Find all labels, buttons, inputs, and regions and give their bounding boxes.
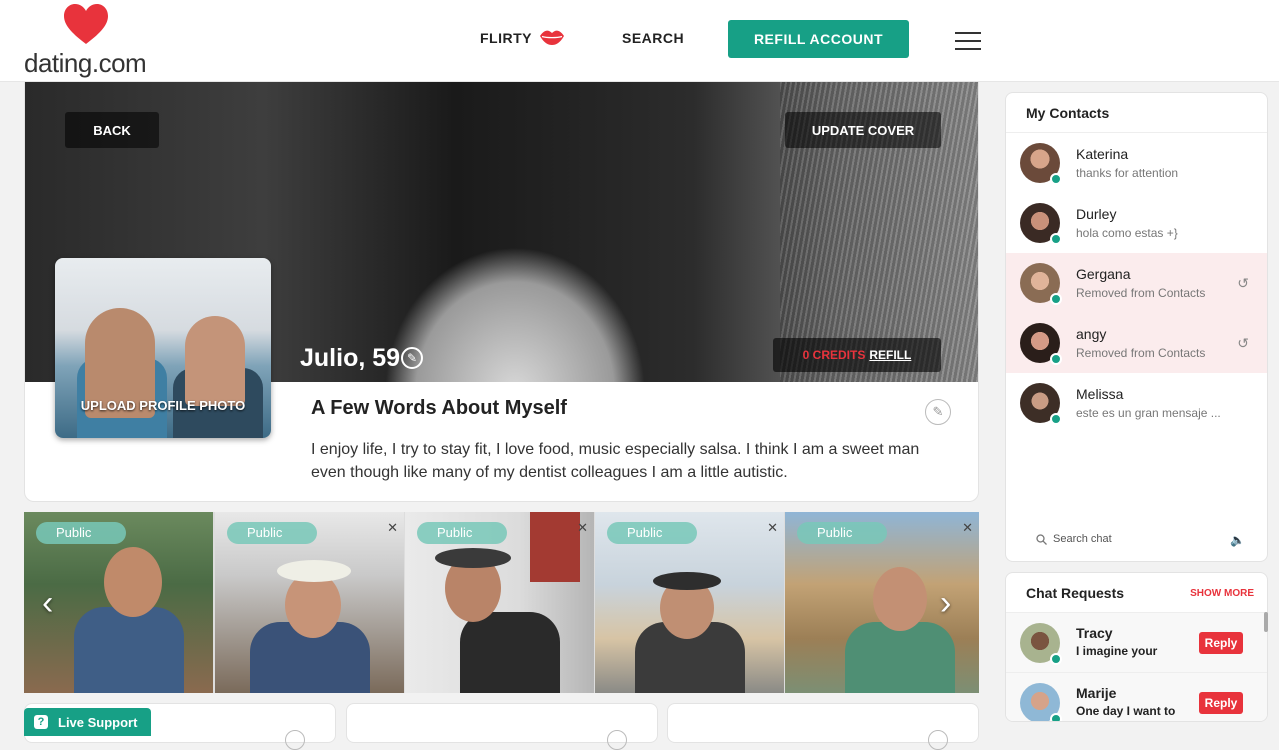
contacts-title: My Contacts: [1006, 93, 1267, 133]
restore-contact-icon[interactable]: ↺: [1237, 335, 1249, 352]
show-more-link[interactable]: SHOW MORE: [1190, 588, 1254, 599]
online-status-dot: [1050, 293, 1062, 305]
contact-name: Melissa: [1076, 386, 1124, 402]
my-contacts-panel: My Contacts Katerina thanks for attentio…: [1005, 92, 1268, 562]
photo-visibility-badge: Public: [797, 522, 887, 544]
contact-last-message: hola como estas +}: [1076, 226, 1178, 240]
contact-item[interactable]: Melissa este es un gran mensaje ...: [1006, 373, 1267, 433]
upload-profile-photo-label[interactable]: UPLOAD PROFILE PHOTO: [55, 398, 271, 413]
contact-last-message: Removed from Contacts: [1076, 286, 1206, 300]
chat-requests-panel: Chat Requests SHOW MORE Tracy I imagine …: [1005, 572, 1268, 722]
logo-wordmark: dating.com: [24, 48, 147, 78]
chat-requests-scrollbar[interactable]: [1264, 612, 1268, 632]
sound-toggle-icon[interactable]: 🔈: [1230, 533, 1245, 547]
online-status-dot: [1050, 653, 1062, 665]
request-message: One day I want to: [1076, 704, 1176, 718]
live-support-button[interactable]: ? Live Support: [24, 708, 151, 736]
gallery-next-arrow-icon[interactable]: ›: [940, 586, 960, 620]
contact-name: Durley: [1076, 206, 1117, 222]
credits-refill-link[interactable]: REFILL: [869, 348, 911, 362]
profile-name-age: Julio, 59: [300, 344, 401, 372]
edit-name-pencil-icon[interactable]: ✎: [401, 347, 423, 369]
gallery-photo[interactable]: Public ✕: [595, 512, 784, 693]
contact-name: angy: [1076, 326, 1107, 342]
restore-contact-icon[interactable]: ↺: [1237, 275, 1249, 292]
photo-visibility-badge: Public: [417, 522, 507, 544]
remove-photo-close-icon[interactable]: ✕: [962, 520, 973, 536]
top-bar: dating.com FLIRTY SEARCH REFILL ACCOUNT: [0, 0, 1279, 82]
contact-last-message: Removed from Contacts: [1076, 346, 1206, 360]
chat-requests-title: Chat Requests: [1026, 585, 1125, 601]
reply-button[interactable]: Reply: [1199, 632, 1243, 654]
profile-card: BACK UPDATE COVER Julio, 59 ✎ 0 CREDITS …: [24, 82, 979, 502]
photo-visibility-badge: Public: [607, 522, 697, 544]
contact-item[interactable]: Gergana Removed from Contacts ↺: [1006, 253, 1267, 313]
contact-name: Katerina: [1076, 146, 1129, 162]
request-name: Tracy: [1076, 625, 1113, 641]
reply-button[interactable]: Reply: [1199, 692, 1243, 714]
gallery-photo[interactable]: Public ✕: [405, 512, 594, 693]
profile-photo[interactable]: UPLOAD PROFILE PHOTO: [55, 258, 271, 438]
search-chat-input[interactable]: Search chat: [1036, 533, 1112, 545]
online-status-dot: [1050, 173, 1062, 185]
gallery-photo[interactable]: Public ✕: [215, 512, 404, 693]
edit-about-pencil-icon[interactable]: ✎: [925, 399, 951, 425]
search-icon: [1036, 533, 1047, 545]
credits-count: 0 CREDITS: [802, 348, 866, 362]
about-title: A Few Words About Myself: [311, 397, 567, 419]
question-icon: ?: [34, 715, 48, 729]
contact-item[interactable]: Katerina thanks for attention: [1006, 133, 1267, 193]
request-name: Marije: [1076, 685, 1117, 701]
edit-pencil-icon[interactable]: [285, 730, 305, 750]
gallery-prev-arrow-icon[interactable]: ‹: [42, 586, 62, 620]
back-button[interactable]: BACK: [65, 112, 159, 148]
heart-logo-icon: [64, 4, 108, 44]
online-status-dot: [1050, 233, 1062, 245]
online-status-dot: [1050, 713, 1062, 721]
photo-gallery: Public Public ✕ Public ✕ Public ✕ Public…: [24, 512, 979, 693]
remove-photo-close-icon[interactable]: ✕: [577, 520, 588, 536]
menu-icon[interactable]: [955, 32, 981, 50]
edit-pencil-icon[interactable]: [607, 730, 627, 750]
contact-item[interactable]: angy Removed from Contacts ↺: [1006, 313, 1267, 373]
contact-name: Gergana: [1076, 266, 1131, 282]
edit-pencil-icon[interactable]: [928, 730, 948, 750]
update-cover-button[interactable]: UPDATE COVER: [785, 112, 941, 148]
contact-last-message: thanks for attention: [1076, 166, 1179, 180]
online-status-dot: [1050, 413, 1062, 425]
remove-photo-close-icon[interactable]: ✕: [767, 520, 778, 536]
info-card: [346, 703, 658, 750]
remove-photo-close-icon[interactable]: ✕: [387, 520, 398, 536]
request-message: I imagine your: [1076, 644, 1158, 658]
nav-search[interactable]: SEARCH: [622, 30, 684, 46]
site-logo[interactable]: dating.com: [24, 4, 164, 78]
photo-visibility-badge: Public: [227, 522, 317, 544]
info-card: [667, 703, 979, 750]
photo-visibility-badge: Public: [36, 522, 126, 544]
kiss-lips-icon[interactable]: [539, 28, 565, 46]
credits-box: 0 CREDITS REFILL: [773, 338, 941, 372]
chat-request-item[interactable]: Tracy I imagine your Reply: [1006, 613, 1267, 673]
online-status-dot: [1050, 353, 1062, 365]
contact-item[interactable]: Durley hola como estas +}: [1006, 193, 1267, 253]
about-text: I enjoy life, I try to stay fit, I love …: [311, 441, 920, 481]
chat-request-item[interactable]: Marije One day I want to Reply: [1006, 673, 1267, 721]
search-chat-placeholder: Search chat: [1053, 533, 1112, 545]
nav-flirty[interactable]: FLIRTY: [480, 30, 532, 46]
refill-account-button[interactable]: REFILL ACCOUNT: [728, 20, 909, 58]
chat-requests-header: Chat Requests SHOW MORE: [1006, 573, 1267, 613]
live-support-label: Live Support: [58, 714, 138, 730]
contact-last-message: este es un gran mensaje ...: [1076, 406, 1221, 420]
